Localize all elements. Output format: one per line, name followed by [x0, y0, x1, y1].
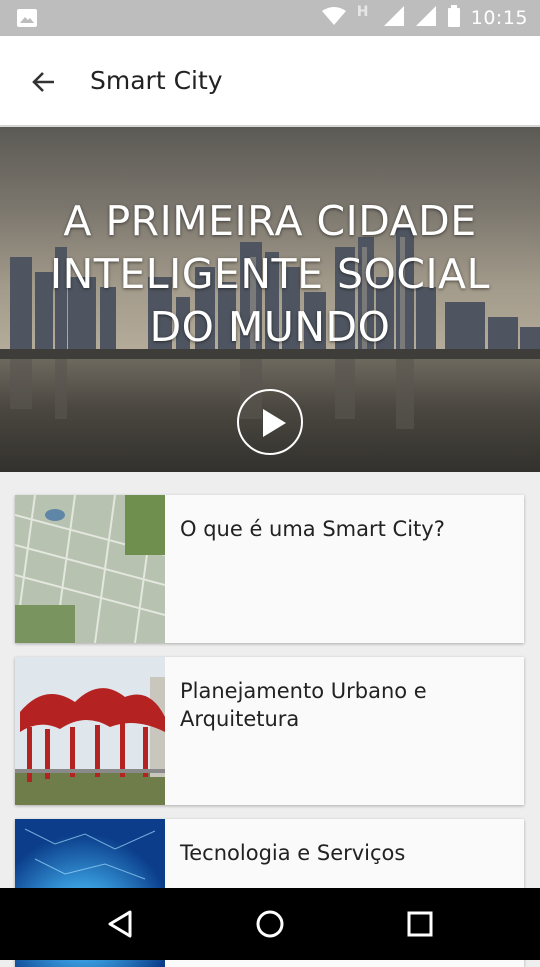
aerial-city-plan-image	[15, 495, 165, 643]
wifi-icon	[321, 6, 347, 30]
list-item-label: Planejamento Urbano e Arquitetura	[180, 679, 427, 731]
signal-icon	[383, 5, 405, 31]
red-sculpture-pavilion-image	[15, 657, 165, 805]
clock: 10:15	[470, 7, 528, 29]
network-type-label: H	[356, 4, 369, 20]
status-bar: H 10:15	[0, 0, 540, 36]
recents-square-icon[interactable]	[402, 906, 438, 942]
list-item-urban-planning[interactable]: Planejamento Urbano e Arquitetura	[15, 657, 524, 805]
play-icon	[263, 409, 286, 437]
hero-headline: A PRIMEIRA CIDADE INTELIGENTE SOCIAL DO …	[50, 197, 490, 351]
app-bar: Smart City	[0, 36, 540, 126]
back-triangle-icon[interactable]	[102, 906, 138, 942]
page-title: Smart City	[90, 66, 223, 95]
h-network-icon: H	[356, 4, 373, 30]
home-circle-icon[interactable]	[252, 906, 288, 942]
battery-icon	[447, 5, 461, 31]
signal-icon	[415, 5, 437, 31]
system-nav-bar	[0, 888, 540, 960]
list-item-label: Tecnologia e Serviços	[180, 841, 406, 865]
image-notification-icon	[16, 8, 38, 28]
list-item-label: O que é uma Smart City?	[180, 517, 445, 541]
list-item-smart-city[interactable]: O que é uma Smart City?	[15, 495, 524, 643]
arrow-back-icon[interactable]	[28, 66, 60, 98]
hero-banner[interactable]: A PRIMEIRA CIDADE INTELIGENTE SOCIAL DO …	[0, 127, 540, 472]
play-button[interactable]	[237, 389, 303, 455]
